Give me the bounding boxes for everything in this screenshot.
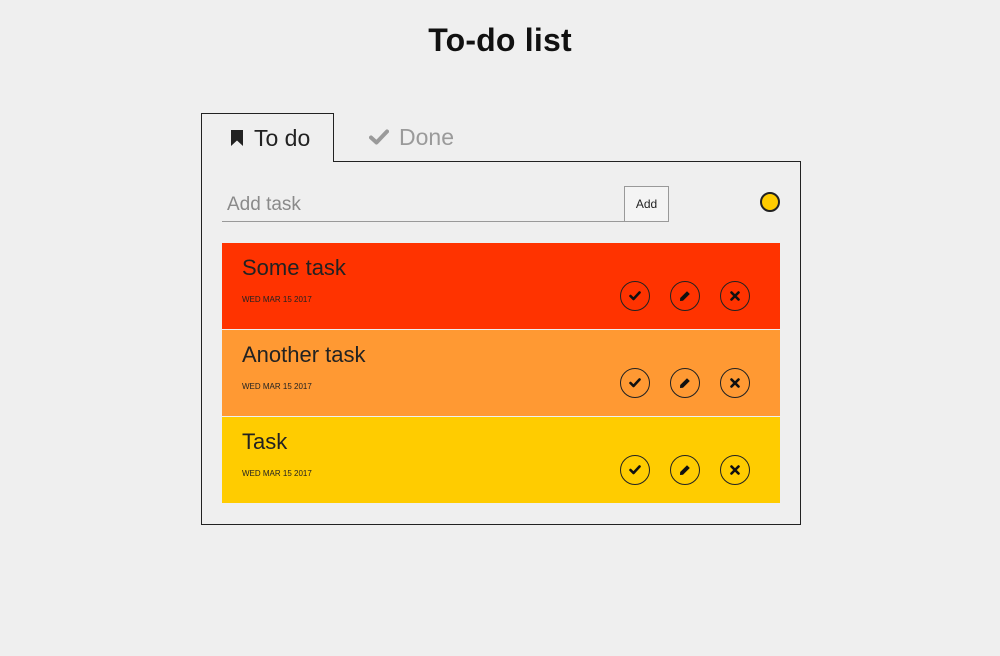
edit-button[interactable] — [670, 281, 700, 311]
edit-icon — [679, 290, 691, 302]
task-date: WED MAR 15 2017 — [242, 469, 312, 478]
delete-button[interactable] — [720, 368, 750, 398]
todo-panel: Add Some taskWED MAR 15 2017Another task… — [201, 161, 801, 525]
tab-done-label: Done — [399, 123, 454, 150]
task-actions — [620, 455, 750, 485]
task-list: Some task WED MAR 15 2017 Another task WED … — [222, 243, 780, 503]
bookmark-icon — [230, 129, 244, 147]
tab-done[interactable]: Done — [369, 113, 454, 161]
edit-icon — [679, 464, 691, 476]
task-item[interactable]: Some task WED MAR 15 2017 — [222, 243, 780, 330]
delete-button[interactable] — [720, 455, 750, 485]
task-actions — [620, 368, 750, 398]
page-title: To-do list — [428, 22, 572, 58]
complete-icon — [629, 291, 641, 301]
complete-icon — [629, 378, 641, 388]
task-date: WED MAR 15 2017 — [242, 295, 312, 304]
delete-icon — [730, 291, 740, 301]
task-item[interactable]: Task WED MAR 15 2017 — [222, 417, 780, 503]
add-task-row: Add — [222, 186, 782, 222]
edit-button[interactable] — [670, 455, 700, 485]
complete-icon — [629, 465, 641, 475]
add-button[interactable]: Add — [624, 186, 669, 222]
task-date: WED MAR 15 2017 — [242, 382, 312, 391]
check-icon — [369, 129, 389, 145]
task-name: Task — [242, 429, 288, 454]
delete-icon — [730, 465, 740, 475]
color-picker-dot[interactable] — [760, 192, 780, 212]
task-name: Another task — [242, 342, 366, 367]
delete-icon — [730, 378, 740, 388]
complete-button[interactable] — [620, 281, 650, 311]
delete-button[interactable] — [720, 281, 750, 311]
task-item[interactable]: Another task WED MAR 15 2017 — [222, 330, 780, 417]
edit-button[interactable] — [670, 368, 700, 398]
tab-todo-label: To do — [254, 124, 311, 151]
task-name: Some task — [242, 255, 346, 280]
edit-icon — [679, 377, 691, 389]
add-task-input[interactable] — [222, 188, 624, 222]
complete-button[interactable] — [620, 455, 650, 485]
task-actions — [620, 281, 750, 311]
complete-button[interactable] — [620, 368, 650, 398]
tab-todo[interactable]: To do — [201, 113, 334, 162]
